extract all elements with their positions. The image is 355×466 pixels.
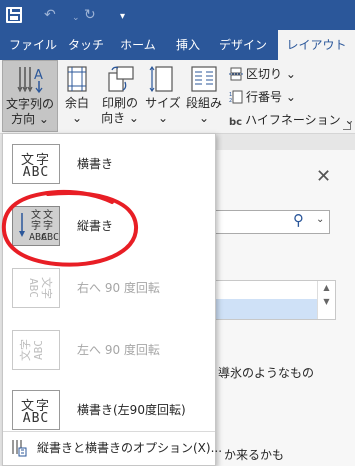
- chevron-down-icon[interactable]: ⌄: [316, 214, 324, 225]
- thumb-text: 文字ABC: [27, 277, 53, 299]
- customize-qat-icon[interactable]: ▾: [120, 8, 125, 26]
- undo-icon[interactable]: ↶: [44, 6, 56, 24]
- tab-file[interactable]: ファイル: [4, 30, 62, 60]
- orientation-label-2: 向き ⌄: [101, 111, 139, 125]
- ribbon-layout-group: A 文字列の 方向 ⌄ 余白 ⌄ 印刷の 向き ⌄ サイズ ⌄ 段組み ⌄ 区切…: [0, 60, 355, 134]
- title-bar: ↶ ⌄ ↻ ▾: [0, 0, 355, 30]
- scroll-down-icon[interactable]: ▼: [318, 295, 335, 309]
- orientation-button[interactable]: 印刷の 向き ⌄: [98, 60, 142, 132]
- text-direction-menu: 文字 ABC 横書き 文字ABC 文字ABC 縦書き 文字ABC 右へ 90 度…: [2, 133, 222, 466]
- thumb-text: ABC: [22, 165, 50, 180]
- text-direction-label-1: 文字列の: [5, 97, 54, 111]
- breaks-button[interactable]: 区切り ⌄: [229, 64, 296, 84]
- document-text-line: 導氷のようなもの: [218, 366, 315, 380]
- menu-item-rotate-right-90: 文字ABC 右へ 90 度回転: [3, 258, 215, 318]
- ribbon-tabs: ファイル タッチ ホーム 挿入 デザイン レイアウト: [0, 30, 355, 60]
- text-direction-button[interactable]: A 文字列の 方向 ⌄: [2, 60, 58, 132]
- columns-icon: [189, 64, 219, 94]
- options-label: 縦書きと横書きのオプション(X)...: [37, 441, 223, 455]
- menu-item-label: 右へ 90 度回転: [77, 281, 160, 295]
- thumb-text: 文字ABC: [19, 339, 45, 361]
- columns-label-2: ⌄: [198, 111, 210, 125]
- tab-home[interactable]: ホーム: [112, 30, 164, 60]
- tab-insert[interactable]: 挿入: [168, 30, 208, 60]
- text-direction-options-icon: [11, 439, 27, 457]
- save-icon[interactable]: [6, 7, 22, 23]
- document-text-line: か来るかも: [224, 448, 285, 462]
- menu-item-rotate-left-90: 文字ABC 左へ 90 度回転: [3, 320, 215, 380]
- margins-label-2: ⌄: [71, 111, 83, 125]
- close-icon[interactable]: ✕: [316, 166, 331, 187]
- tab-design[interactable]: デザイン: [212, 30, 274, 60]
- menu-item-label: 縦書き: [77, 219, 114, 233]
- size-icon: [148, 64, 178, 94]
- size-button[interactable]: サイズ ⌄: [144, 60, 182, 132]
- size-label-2: ⌄: [157, 111, 169, 125]
- line-numbers-label: 行番号 ⌄: [246, 90, 296, 104]
- rotate-right-90-icon: 文字ABC: [12, 268, 60, 308]
- orientation-icon: [105, 64, 135, 94]
- svg-text:2: 2: [229, 98, 232, 104]
- thumb-text: ABC: [22, 411, 50, 426]
- margins-button[interactable]: 余白 ⌄: [60, 60, 94, 132]
- hyphenation-label: ハイフネーション ⌄: [245, 113, 355, 127]
- scroll-up-icon[interactable]: ▲: [318, 281, 335, 295]
- list-item-selected[interactable]: [213, 299, 317, 319]
- hyphenation-icon: bc: [229, 116, 243, 128]
- size-label-1: サイズ: [145, 96, 181, 110]
- text-direction-icon: A: [15, 65, 45, 95]
- text-direction-label-2: 方向 ⌄: [11, 112, 49, 126]
- menu-item-label: 左へ 90 度回転: [77, 343, 160, 357]
- search-icon[interactable]: ⚲: [293, 211, 304, 229]
- menu-item-horizontal[interactable]: 文字 ABC 横書き: [3, 134, 215, 194]
- hyphenation-button[interactable]: bc ハイフネーション ⌄: [229, 110, 354, 130]
- columns-label-1: 段組み: [185, 96, 222, 110]
- tab-touch[interactable]: タッチ: [64, 30, 108, 60]
- redo-icon[interactable]: ↻: [84, 6, 96, 24]
- menu-divider: [3, 431, 215, 432]
- search-input[interactable]: [212, 210, 330, 234]
- columns-button[interactable]: 段組み ⌄: [184, 60, 224, 132]
- breaks-icon: [229, 67, 243, 81]
- arrow-down-icon: [19, 213, 25, 237]
- thumb-text: 文字ABC: [29, 210, 48, 243]
- text-direction-options-item[interactable]: 縦書きと横書きのオプション(X)...: [3, 436, 222, 460]
- undo-dropdown-icon[interactable]: ⌄: [72, 9, 80, 27]
- svg-text:A: A: [34, 68, 43, 83]
- horizontal-text-icon: 文字 ABC: [12, 144, 60, 184]
- horizontal-rotated-left-icon: 文字 ABC: [12, 390, 60, 430]
- tab-layout[interactable]: レイアウト: [278, 30, 355, 60]
- line-numbers-icon: 12: [229, 90, 243, 104]
- breaks-label: 区切り ⌄: [246, 67, 296, 81]
- vertical-text-icon: 文字ABC 文字ABC: [12, 206, 60, 246]
- orientation-label-1: 印刷の: [101, 96, 138, 110]
- menu-item-vertical[interactable]: 文字ABC 文字ABC 縦書き: [3, 196, 215, 256]
- margins-label-1: 余白: [64, 96, 89, 110]
- dialog-launcher-icon[interactable]: [343, 122, 351, 130]
- scrollbar[interactable]: ▲ ▼: [317, 281, 335, 319]
- rotate-left-90-icon: 文字ABC: [12, 330, 60, 370]
- menu-item-label: 横書き: [77, 157, 114, 171]
- margins-icon: [62, 64, 92, 94]
- line-numbers-button[interactable]: 12 行番号 ⌄: [229, 87, 296, 107]
